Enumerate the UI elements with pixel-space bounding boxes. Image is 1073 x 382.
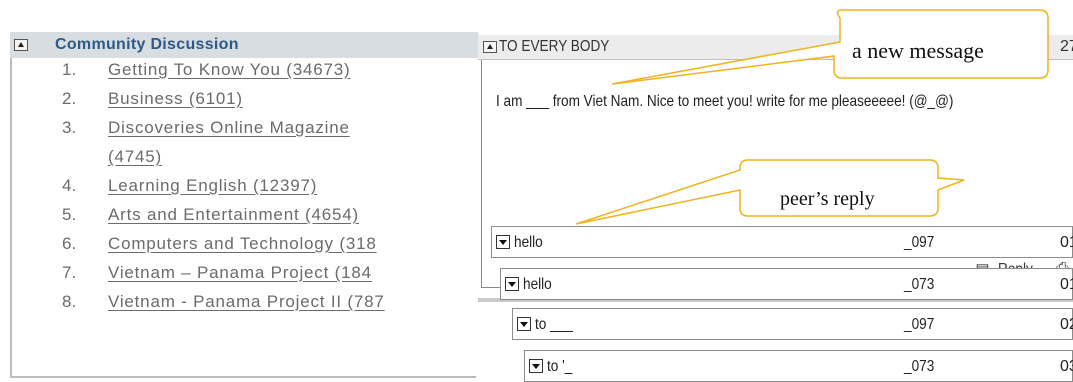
topic-link[interactable]: Business (6101) (108, 89, 243, 109)
peer-reply-callout-label: peer’s reply (780, 188, 875, 210)
topic-number: 4. (62, 176, 77, 195)
thread-subject[interactable]: to '_ (547, 358, 572, 376)
thread-subject[interactable]: to ___ (535, 316, 573, 334)
topic-item[interactable]: 1. Getting To Know You (34673) (0, 60, 478, 84)
collapse-toggle-icon[interactable] (14, 39, 28, 51)
topic-link[interactable]: Vietnam - Panama Project II (787 (108, 292, 385, 312)
thread-row[interactable]: to ___ _097 02 (512, 308, 1073, 340)
thread-row[interactable]: hello _097 01 (491, 226, 1073, 258)
expand-dropdown-icon[interactable] (496, 235, 510, 249)
topic-number: 3. (62, 118, 77, 137)
topic-item[interactable]: 8. Vietnam - Panama Project II (787 (0, 292, 478, 316)
topic-item[interactable]: 5. Arts and Entertainment (4654) (0, 205, 478, 229)
topic-item[interactable]: 6. Computers and Technology (318 (0, 234, 478, 258)
topic-number: 8. (62, 292, 77, 311)
thread-date: 03 (1060, 358, 1073, 375)
topic-list: 1. Getting To Know You (34673) 2. Busine… (0, 60, 478, 380)
topic-link[interactable]: Vietnam – Panama Project (184 (108, 263, 372, 283)
expand-dropdown-icon[interactable] (529, 359, 543, 373)
community-discussion-title: Community Discussion (55, 36, 239, 53)
thread-date: 02 (1060, 316, 1073, 333)
topic-item-continuation[interactable]: (4745) (0, 147, 478, 171)
topic-link[interactable]: Computers and Technology (318 (108, 234, 377, 254)
message-body-text: I am ___ from Viet Nam. Nice to meet you… (496, 93, 954, 110)
topic-number: 2. (62, 89, 77, 108)
topic-link[interactable]: Arts and Entertainment (4654) (108, 205, 359, 225)
community-discussion-panel: Community Discussion 1. Getting To Know … (0, 0, 478, 381)
message-count: 27 (1060, 38, 1073, 55)
topic-number: 7. (62, 263, 77, 282)
expand-dropdown-icon[interactable] (505, 277, 519, 291)
thread-subject[interactable]: hello (514, 234, 543, 252)
topic-link[interactable]: Learning English (12397) (108, 176, 317, 196)
topic-item[interactable]: 7. Vietnam – Panama Project (184 (0, 263, 478, 287)
thread-number: _073 (904, 276, 935, 293)
topic-item[interactable]: 3. Discoveries Online Magazine (0, 118, 478, 142)
expand-dropdown-icon[interactable] (517, 317, 531, 331)
thread-row[interactable]: to '_ _073 03 (524, 350, 1073, 382)
thread-row[interactable]: hello _073 01 (500, 268, 1073, 300)
thread-number: _073 (904, 358, 935, 375)
topic-number: 6. (62, 234, 77, 253)
new-message-callout-label: a new message (852, 38, 984, 63)
thread-date: 01 (1060, 276, 1073, 293)
community-discussion-header: Community Discussion (10, 32, 478, 58)
thread-date: 01 (1060, 234, 1073, 251)
message-title: TO EVERY BODY (499, 38, 610, 55)
topic-number: 5. (62, 205, 77, 224)
thread-subject[interactable]: hello (523, 276, 552, 294)
topic-link[interactable]: Getting To Know You (34673) (108, 60, 350, 80)
topic-link[interactable]: (4745) (108, 147, 162, 167)
topic-item[interactable]: 4. Learning English (12397) (0, 176, 478, 200)
topic-item[interactable]: 2. Business (6101) (0, 89, 478, 113)
topic-number: 1. (62, 60, 77, 79)
thread-number: _097 (904, 234, 935, 251)
collapse-toggle-icon[interactable] (483, 41, 497, 53)
topic-link[interactable]: Discoveries Online Magazine (108, 118, 350, 138)
thread-number: _097 (904, 316, 935, 333)
